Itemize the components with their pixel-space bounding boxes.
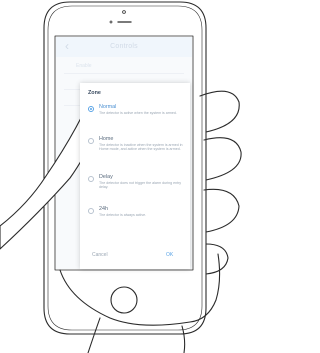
option-description: The detector is inactive when the system…	[99, 143, 183, 152]
radio-unselected-icon[interactable]	[88, 176, 94, 182]
cancel-button[interactable]: Cancel	[92, 252, 108, 258]
option-label: 24h	[99, 206, 108, 212]
ok-button[interactable]: OK	[166, 252, 173, 258]
zone-dialog: Zone Normal The detector is active when …	[80, 83, 190, 269]
option-home[interactable]: Home The detector is inactive when the s…	[80, 135, 190, 165]
option-24h[interactable]: 24h The detector is always active.	[80, 205, 190, 235]
option-description: The detector is always active.	[99, 213, 147, 217]
option-normal[interactable]: Normal The detector is active when the s…	[80, 103, 190, 133]
option-label: Normal	[99, 104, 117, 110]
illustration: Enable ‹ Controls Zone Normal The detect…	[0, 0, 249, 353]
radio-unselected-icon[interactable]	[88, 208, 94, 214]
radio-selected-icon[interactable]	[88, 106, 94, 112]
dialog-title: Zone	[88, 90, 101, 96]
option-delay[interactable]: Delay The detector does not trigger the …	[80, 173, 190, 203]
option-description: The detector does not trigger the alarm …	[99, 181, 182, 190]
option-label: Home	[99, 136, 114, 142]
radio-unselected-icon[interactable]	[88, 138, 94, 144]
option-label: Delay	[99, 174, 113, 180]
option-description: The detector is active when the system i…	[99, 111, 177, 115]
